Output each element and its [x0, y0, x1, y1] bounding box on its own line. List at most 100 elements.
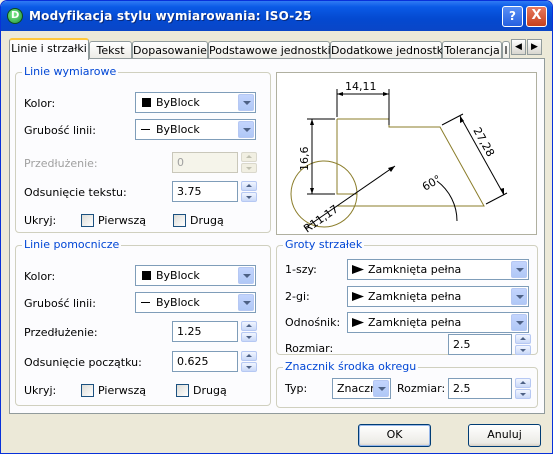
dialog-window: D Modyfikacja stylu wymiarowania: ISO-25… — [0, 0, 553, 454]
rozmiar-grotu-field[interactable]: 2.5 — [448, 334, 512, 355]
odsuniecie-tekstu-spinner[interactable] — [241, 181, 257, 202]
kolor-value: ByBlock — [156, 269, 200, 282]
arrowhead-icon — [352, 292, 364, 301]
close-button[interactable]: X — [526, 6, 547, 27]
ok-button[interactable]: OK — [358, 424, 431, 447]
grubosc-combo[interactable]: ByBlock — [135, 292, 256, 313]
ukryj-label: Ukryj: — [24, 214, 57, 227]
druga-label: Drugą — [190, 214, 224, 227]
pierwsza-checkbox[interactable] — [81, 214, 94, 227]
kolor-combo[interactable]: ByBlock — [135, 265, 256, 286]
tab-scroll-right-button[interactable]: ▶ — [527, 39, 542, 55]
odnosnik-value: Zamknięta pełna — [368, 316, 462, 329]
tab-linie-i-strzalki[interactable]: Linie i strzałki — [9, 38, 89, 60]
przedluzenie-label: Przedłużenie: — [24, 157, 98, 170]
chevron-down-icon[interactable] — [511, 288, 527, 305]
druga-checkbox[interactable] — [173, 214, 186, 227]
znacznik-srodka-group: Znacznik środka okregu Typ: Znaczn Rozmi… — [276, 360, 538, 408]
przedluzenie-spinner[interactable] — [241, 152, 257, 173]
chevron-down-icon[interactable] — [373, 380, 389, 397]
linie-wymiarowe-group: Linie wymiarowe Kolor: ByBlock Grubość l… — [15, 65, 271, 233]
grot-1-label: 1-szy: — [285, 263, 317, 276]
tab-scroll-left-button[interactable]: ◀ — [511, 39, 526, 55]
znacznik-srodka-title: Znacznik środka okregu — [283, 360, 419, 373]
chevron-down-icon[interactable] — [511, 314, 527, 331]
kolor-value: ByBlock — [156, 96, 200, 109]
linie-pomocnicze-group: Linie pomocnicze Kolor: ByBlock Grubość … — [15, 238, 271, 406]
rozmiar-znacznika-field[interactable]: 2.5 — [448, 378, 512, 399]
linie-wymiarowe-title: Linie wymiarowe — [22, 65, 119, 78]
chevron-down-icon[interactable] — [238, 94, 254, 111]
chevron-down-icon[interactable] — [238, 267, 254, 284]
chevron-down-icon[interactable] — [238, 121, 254, 138]
arrowhead-icon — [352, 265, 364, 274]
grot-1-value: Zamknięta pełna — [368, 263, 462, 276]
groty-strzalek-title: Groty strzałek — [283, 238, 365, 251]
pierwsza-label: Pierwszą — [98, 214, 146, 227]
chevron-down-icon[interactable] — [511, 261, 527, 278]
lineweight-sample-icon — [141, 129, 150, 130]
grubosc-combo[interactable]: ByBlock — [135, 119, 256, 140]
dim-top-label: 14,11 — [345, 80, 377, 93]
odsuniecie-poczatku-spinner[interactable] — [241, 351, 257, 372]
tab-partial[interactable]: I — [502, 41, 510, 59]
tab-strip: Linie i strzałki Tekst Dopasowanie Podst… — [9, 38, 510, 60]
grubosc-value: ByBlock — [156, 123, 200, 136]
kolor-label: Kolor: — [24, 97, 56, 110]
odsuniecie-poczatku-field[interactable]: 0.625 — [172, 351, 238, 372]
help-button[interactable]: ? — [502, 6, 523, 27]
linie-pomocnicze-title: Linie pomocnicze — [22, 238, 122, 251]
grot-2-label: 2-gi: — [285, 290, 310, 303]
arrowhead-icon — [352, 318, 364, 327]
cancel-button[interactable]: Anuluj — [468, 424, 541, 447]
ukryj-label: Ukryj: — [24, 384, 57, 397]
kolor-label: Kolor: — [24, 270, 56, 283]
typ-label: Typ: — [285, 382, 308, 395]
grubosc-value: ByBlock — [156, 296, 200, 309]
dim-left-label: 16,6 — [298, 147, 311, 172]
color-swatch — [142, 98, 151, 107]
druga-label: Drugą — [193, 384, 227, 397]
tab-dopasowanie[interactable]: Dopasowanie — [132, 41, 208, 59]
rozmiar-grotu-spinner[interactable] — [515, 334, 531, 355]
przedluzenie-label: Przedłużenie: — [24, 326, 98, 339]
app-icon-letter: D — [11, 10, 20, 21]
rozmiar-znacznika-spinner[interactable] — [515, 378, 531, 399]
pierwsza-label: Pierwszą — [98, 384, 146, 397]
typ-combo[interactable]: Znaczn — [332, 378, 391, 399]
tab-tekst[interactable]: Tekst — [89, 41, 132, 59]
rozmiar-grotu-label: Rozmiar: — [285, 342, 334, 355]
przedluzenie-field[interactable]: 1.25 — [172, 321, 238, 342]
title-bar[interactable]: D Modyfikacja stylu wymiarowania: ISO-25… — [1, 1, 552, 31]
chevron-down-icon[interactable] — [238, 294, 254, 311]
odnosnik-combo[interactable]: Zamknięta pełna — [347, 312, 529, 333]
lineweight-sample-icon — [141, 302, 150, 303]
rozmiar-znacznika-label: Rozmiar: — [397, 382, 446, 395]
grot-2-value: Zamknięta pełna — [368, 290, 462, 303]
przedluzenie-field[interactable]: 0 — [172, 152, 238, 173]
odnosnik-label: Odnośnik: — [285, 316, 341, 329]
grubosc-label: Grubość linii: — [24, 124, 96, 137]
preview-panel: 14,11 16,6 27,28 60° R11,17 — [276, 72, 537, 235]
grot-1-combo[interactable]: Zamknięta pełna — [347, 259, 529, 280]
window-title: Modyfikacja stylu wymiarowania: ISO-25 — [29, 9, 312, 23]
app-icon: D — [7, 8, 23, 24]
odsuniecie-tekstu-field[interactable]: 3.75 — [172, 181, 238, 202]
dim-angle-label: 60° — [420, 173, 443, 194]
grubosc-label: Grubość linii: — [24, 297, 96, 310]
odsuniecie-tekstu-label: Odsunięcie tekstu: — [24, 186, 127, 199]
przedluzenie-spinner[interactable] — [241, 321, 257, 342]
dimension-preview-drawing: 14,11 16,6 27,28 60° R11,17 — [290, 80, 508, 235]
typ-value: Znaczn — [337, 382, 378, 395]
druga-checkbox[interactable] — [176, 384, 189, 397]
grot-2-combo[interactable]: Zamknięta pełna — [347, 286, 529, 307]
tab-dodatkowe-jednostki[interactable]: Dodatkowe jednostki — [330, 41, 446, 59]
kolor-combo[interactable]: ByBlock — [135, 92, 256, 113]
pierwsza-checkbox[interactable] — [81, 384, 94, 397]
tab-tolerancja[interactable]: Tolerancja — [442, 41, 502, 59]
color-swatch — [142, 271, 151, 280]
dim-radius-label: R11,17 — [301, 202, 341, 234]
groty-strzalek-group: Groty strzałek 1-szy: Zamknięta pełna 2-… — [276, 238, 538, 355]
odsuniecie-poczatku-label: Odsunięcie początku: — [24, 356, 142, 369]
tab-podstawowe-jednostki[interactable]: Podstawowe jednostki — [208, 41, 331, 59]
